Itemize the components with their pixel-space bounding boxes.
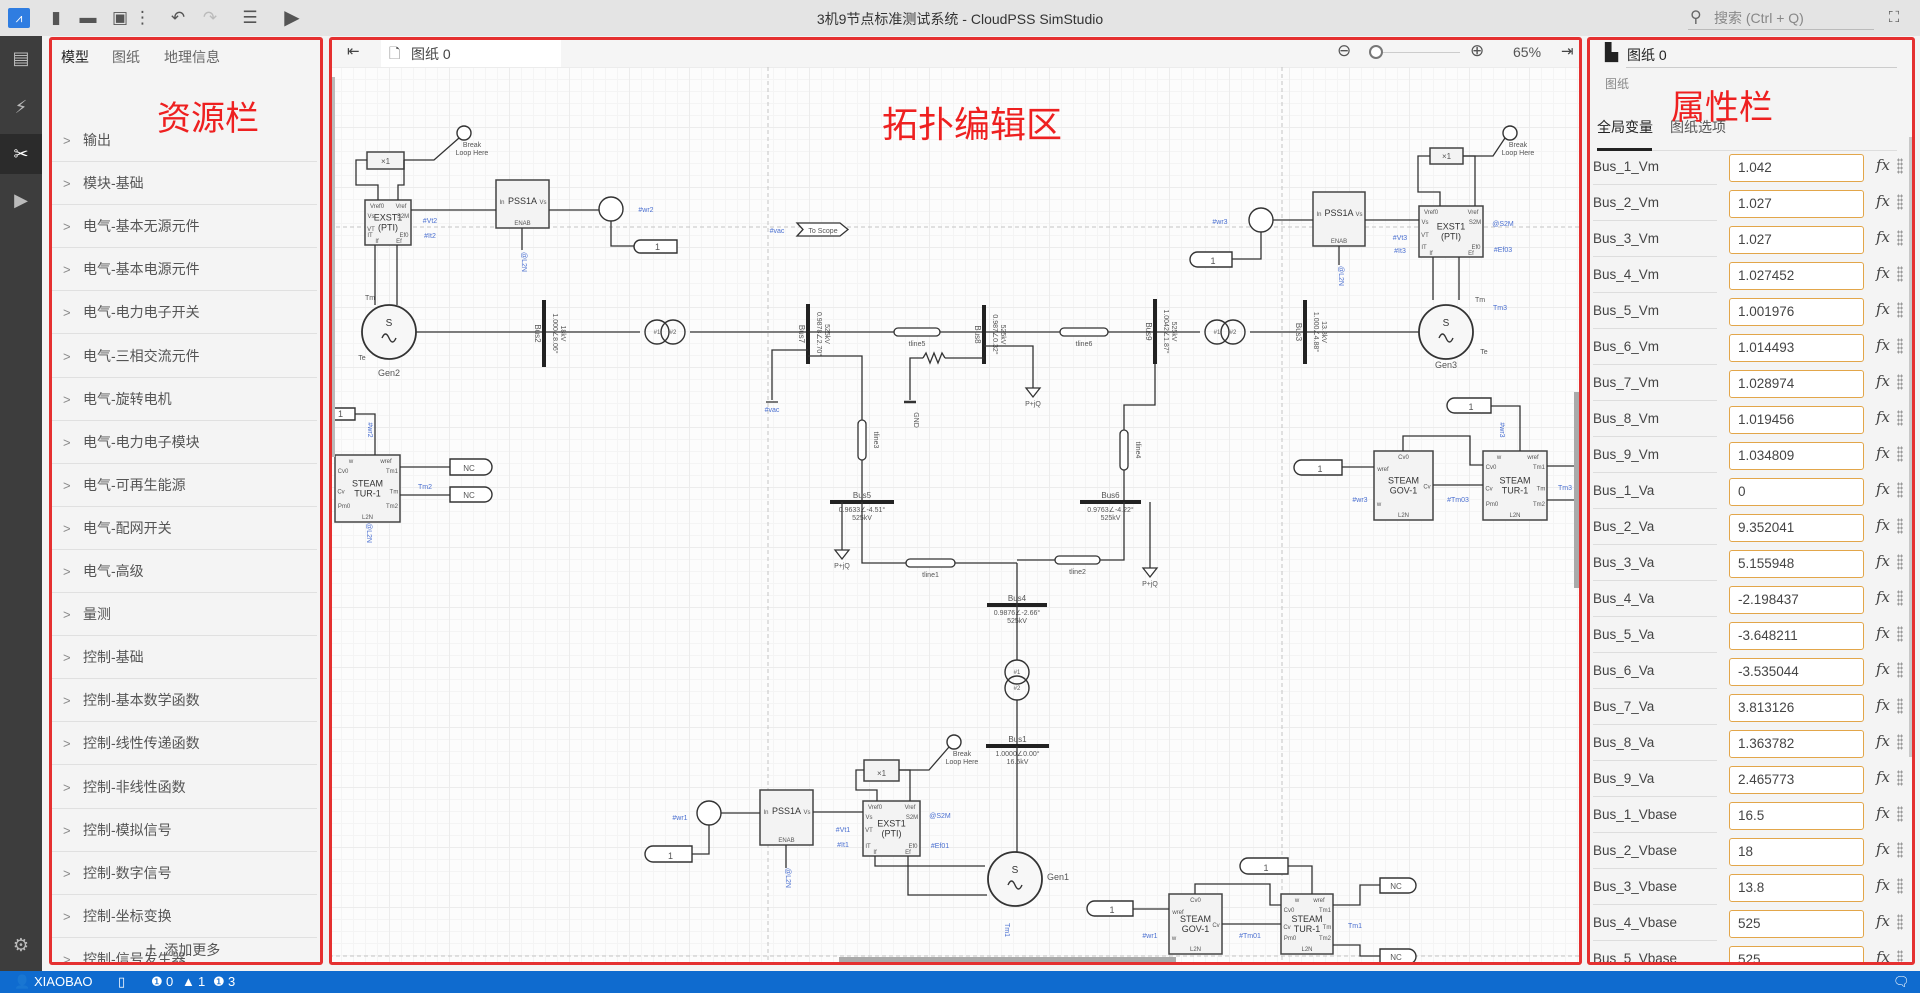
error-count[interactable]: 0: [166, 971, 173, 993]
rail-settings-icon[interactable]: ⚙: [0, 925, 42, 965]
rail-plugin-icon[interactable]: ⚡: [0, 87, 42, 127]
warning-icon: ▲: [182, 974, 195, 989]
title-bar: ⩘ ▮ ▬ ▣ ⋮ ↶ ↷ ☰ ▶ 3机9节点标准测试系统 - CloudPSS…: [0, 0, 1920, 36]
window-title: 3机9节点标准测试系统 - CloudPSS SimStudio: [816, 11, 1104, 27]
info-icon: ❶: [213, 974, 225, 989]
rail-resources-icon[interactable]: ▤: [0, 38, 42, 78]
fullscreen-icon[interactable]: ⛶: [1884, 8, 1904, 28]
canvas-highlight: [329, 37, 1582, 965]
resource-panel-highlight: [49, 37, 323, 965]
warning-count[interactable]: 1: [198, 971, 205, 993]
annotation-topology: 拓扑编辑区: [882, 104, 1063, 145]
search-icon: ⚲: [1690, 9, 1702, 26]
error-icon: ❶: [151, 974, 163, 989]
storage-icon[interactable]: ▯: [118, 971, 125, 993]
annotation-properties: 属性栏: [1671, 89, 1773, 127]
user-name[interactable]: XIAOBAO: [34, 971, 93, 993]
rail-tools-icon[interactable]: ✂: [0, 134, 42, 174]
activity-rail: ▤ ⚡ ✂ ▶ ⚙: [0, 36, 42, 971]
property-panel-highlight: [1587, 37, 1915, 965]
status-bar: 👤 XIAOBAO ▯ ❶ 0 ▲ 1 ❶ 3 🗨: [0, 971, 1920, 993]
annotation-resources: 资源栏: [157, 100, 259, 138]
search-input[interactable]: ⚲ 搜索 (Ctrl + Q): [1688, 6, 1874, 30]
user-icon: 👤: [14, 974, 31, 989]
info-count[interactable]: 3: [228, 971, 235, 993]
search-placeholder: 搜索 (Ctrl + Q): [1714, 10, 1804, 26]
rail-run-icon[interactable]: ▶: [0, 180, 42, 220]
chat-icon[interactable]: 🗨: [1893, 971, 1910, 993]
